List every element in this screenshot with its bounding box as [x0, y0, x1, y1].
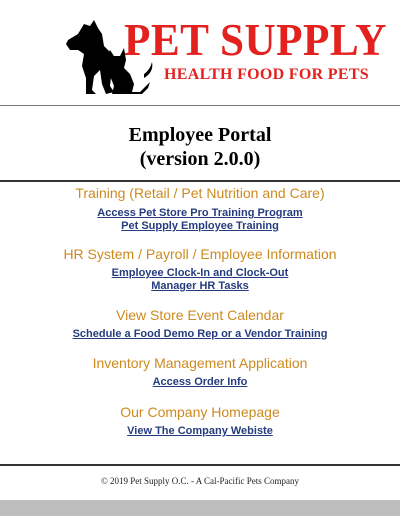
link-schedule-food-demo[interactable]: Schedule a Food Demo Rep or a Vendor Tra…: [0, 328, 400, 341]
logo-subtitle: HEALTH FOOD FOR PETS: [164, 66, 369, 83]
section-heading-company-homepage: Our Company Homepage: [120, 404, 280, 420]
link-manager-hr-tasks[interactable]: Manager HR Tasks: [0, 280, 400, 293]
link-pet-store-pro-training[interactable]: Access Pet Store Pro Training Program: [0, 207, 400, 220]
header-divider: [0, 105, 400, 106]
footer-divider: [0, 464, 400, 466]
link-employee-training[interactable]: Pet Supply Employee Training: [0, 220, 400, 233]
page-version: (version 2.0.0): [139, 148, 261, 170]
link-access-order-info[interactable]: Access Order Info: [0, 376, 400, 389]
link-company-website[interactable]: View The Company Webiste: [0, 425, 400, 438]
page-title: Employee Portal: [128, 124, 272, 146]
section-heading-event-calendar: View Store Event Calendar: [116, 307, 284, 323]
site-header: PET SUPPLY HEALTH FOOD FOR PETS: [0, 0, 400, 104]
title-divider: [0, 180, 400, 182]
pet-supply-logo[interactable]: PET SUPPLY HEALTH FOOD FOR PETS: [66, 12, 386, 96]
link-clock-in-out[interactable]: Employee Clock-In and Clock-Out: [0, 267, 400, 280]
bottom-bar: [0, 500, 400, 516]
section-heading-hr-system: HR System / Payroll / Employee Informati…: [63, 246, 337, 262]
section-heading-inventory: Inventory Management Application: [92, 355, 308, 371]
footer-copyright: © 2019 Pet Supply O.C. - A Cal-Pacific P…: [100, 476, 300, 486]
section-heading-training: Training (Retail / Pet Nutrition and Car…: [75, 185, 325, 201]
logo-title: PET SUPPLY: [124, 15, 387, 65]
